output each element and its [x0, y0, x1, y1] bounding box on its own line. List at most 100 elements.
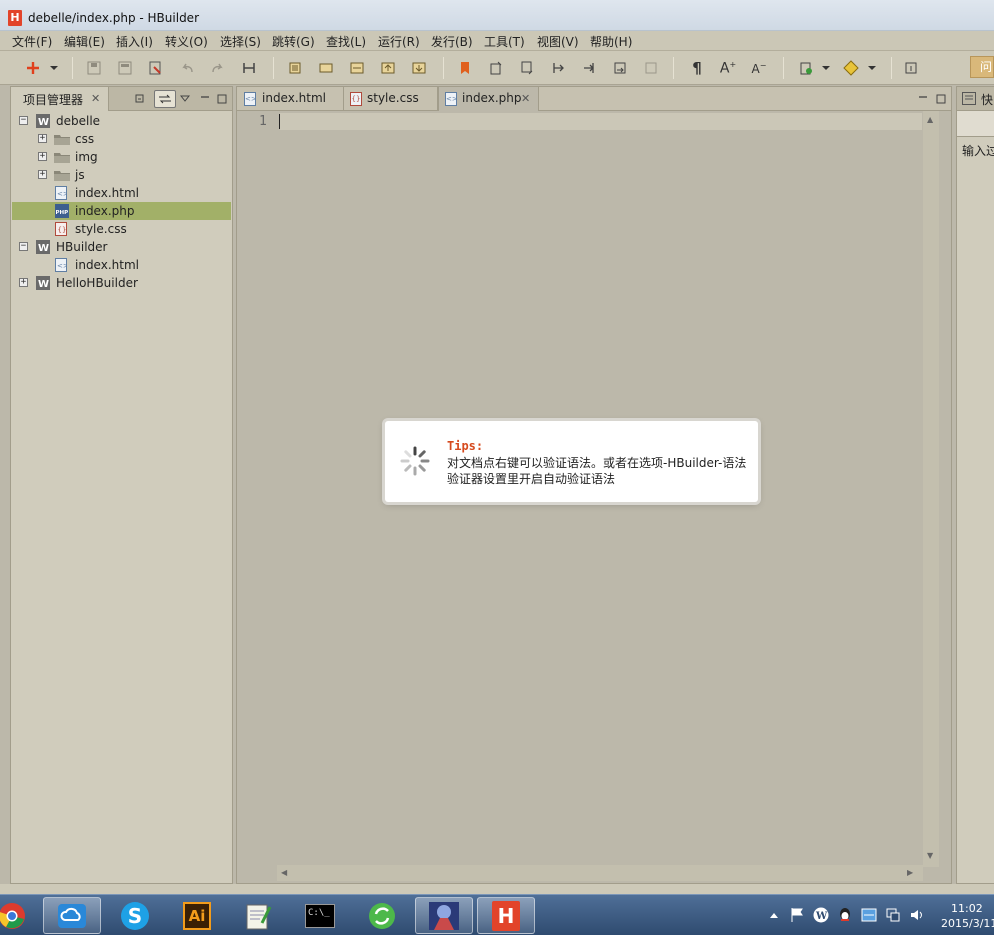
- tab-index-php[interactable]: <> index.php ✕: [438, 87, 539, 111]
- network-icon[interactable]: [885, 907, 901, 923]
- minimize-icon[interactable]: [917, 90, 929, 108]
- move-down-icon[interactable]: [410, 59, 428, 77]
- collapse-icon[interactable]: −: [19, 116, 28, 125]
- tree-item-hellohbuilder[interactable]: + W HelloHBuilder: [12, 274, 231, 292]
- menu-goto[interactable]: 跳转(G): [272, 33, 315, 50]
- taskbar-game[interactable]: [415, 897, 473, 934]
- goto-line-icon[interactable]: [611, 59, 629, 77]
- move-up-icon[interactable]: [379, 59, 397, 77]
- menu-view[interactable]: 视图(V): [537, 33, 579, 50]
- tab-project-manager[interactable]: 项目管理器 ✕: [11, 87, 109, 111]
- help-tab[interactable]: 问: [970, 56, 994, 78]
- format-icon[interactable]: [240, 59, 258, 77]
- tree-item-hbuilder[interactable]: − W HBuilder: [12, 238, 231, 256]
- close-icon[interactable]: ✕: [91, 93, 100, 105]
- network-share-icon[interactable]: [861, 907, 877, 923]
- quick-filter-input[interactable]: 输入过: [962, 142, 994, 159]
- collapse-icon[interactable]: −: [19, 242, 28, 251]
- tree-item-index-php[interactable]: PHP index.php: [12, 202, 231, 220]
- quick-panel-tab-label[interactable]: 快: [981, 91, 993, 108]
- tree-item-css[interactable]: + css: [12, 130, 231, 148]
- undo-icon[interactable]: [178, 59, 196, 77]
- menu-select[interactable]: 选择(S): [220, 33, 261, 50]
- save-all-icon[interactable]: [116, 59, 134, 77]
- clock-time[interactable]: 11:02: [951, 902, 983, 915]
- menu-insert[interactable]: 插入(I): [116, 33, 153, 50]
- horizontal-scrollbar[interactable]: ◀ ▶: [277, 865, 923, 881]
- list-icon[interactable]: [286, 59, 304, 77]
- menu-find[interactable]: 查找(L): [326, 33, 366, 50]
- scroll-right-icon[interactable]: ▶: [907, 868, 913, 877]
- menu-help[interactable]: 帮助(H): [590, 33, 632, 50]
- expand-icon[interactable]: +: [19, 278, 28, 287]
- scroll-down-icon[interactable]: ▼: [927, 851, 933, 860]
- action-center-flag-icon[interactable]: [789, 907, 805, 923]
- taskbar: S Ai C:\_ H W 11:02 2015/3/11: [0, 894, 994, 935]
- tree-item-img[interactable]: + img: [12, 148, 231, 166]
- maximize-icon[interactable]: [216, 90, 228, 108]
- vertical-scrollbar[interactable]: ▲ ▼: [923, 111, 939, 867]
- goto-back-icon[interactable]: [642, 59, 660, 77]
- menu-escape[interactable]: 转义(O): [165, 33, 208, 50]
- run-browser-icon[interactable]: [797, 59, 815, 77]
- menu-publish[interactable]: 发行(B): [431, 33, 473, 50]
- tree-item-index-html[interactable]: <> index.html: [12, 184, 231, 202]
- expand-icon[interactable]: +: [38, 170, 47, 179]
- menu-run[interactable]: 运行(R): [378, 33, 420, 50]
- goto-end-icon[interactable]: [580, 59, 598, 77]
- scroll-left-icon[interactable]: ◀: [281, 868, 287, 877]
- taskbar-cmd[interactable]: C:\_: [291, 897, 349, 934]
- quick-panel-field[interactable]: [957, 111, 994, 137]
- jump-up-icon[interactable]: [487, 59, 505, 77]
- pilcrow-icon[interactable]: ¶: [688, 59, 706, 77]
- redo-icon[interactable]: [209, 59, 227, 77]
- wordpress-icon[interactable]: W: [813, 907, 829, 923]
- new-file-icon[interactable]: [24, 59, 42, 77]
- maximize-icon[interactable]: [935, 90, 947, 108]
- scroll-up-icon[interactable]: ▲: [927, 115, 933, 124]
- taskbar-hbuilder[interactable]: H: [477, 897, 535, 934]
- run-dropdown-icon[interactable]: [820, 59, 832, 77]
- taskbar-skype[interactable]: S: [106, 897, 164, 934]
- close-icon[interactable]: ✕: [521, 93, 530, 105]
- goto-start-icon[interactable]: [549, 59, 567, 77]
- view-menu-icon[interactable]: [179, 90, 191, 108]
- taskbar-illustrator[interactable]: Ai: [168, 897, 226, 934]
- qq-icon[interactable]: [837, 907, 853, 923]
- revert-icon[interactable]: [147, 59, 165, 77]
- menu-file[interactable]: 文件(F): [12, 33, 52, 50]
- menu-edit[interactable]: 编辑(E): [64, 33, 105, 50]
- browser-ie-icon[interactable]: [842, 59, 860, 77]
- menu-tools[interactable]: 工具(T): [484, 33, 525, 50]
- jump-down-icon[interactable]: [518, 59, 536, 77]
- expand-icon[interactable]: +: [38, 152, 47, 161]
- info-icon[interactable]: [902, 59, 920, 77]
- minimize-icon[interactable]: [199, 90, 211, 108]
- browser-dropdown-icon[interactable]: [866, 59, 878, 77]
- current-line-highlight[interactable]: [280, 113, 922, 130]
- bookmark-icon[interactable]: [456, 59, 474, 77]
- tree-item-debelle[interactable]: − W debelle: [12, 112, 231, 130]
- font-decrease-icon[interactable]: A−: [750, 59, 768, 77]
- insert-block-icon[interactable]: [348, 59, 366, 77]
- tree-item-js[interactable]: + js: [12, 166, 231, 184]
- volume-icon[interactable]: [909, 907, 925, 923]
- taskbar-cloud[interactable]: [43, 897, 101, 934]
- save-icon[interactable]: [85, 59, 103, 77]
- new-dropdown-icon[interactable]: [48, 59, 60, 77]
- expand-icon[interactable]: +: [38, 134, 47, 143]
- tab-style-css[interactable]: {} style.css: [344, 87, 438, 111]
- insert-tag-icon[interactable]: [317, 59, 335, 77]
- link-editor-icon[interactable]: [154, 90, 176, 108]
- clock-date[interactable]: 2015/3/11: [941, 917, 994, 930]
- collapse-all-icon[interactable]: [133, 90, 147, 108]
- taskbar-notepad[interactable]: [229, 897, 287, 934]
- font-increase-icon[interactable]: A+: [719, 59, 737, 77]
- taskbar-chrome[interactable]: [0, 897, 36, 934]
- tab-index-html[interactable]: <> index.html: [237, 87, 344, 111]
- taskbar-refresh[interactable]: [353, 897, 411, 934]
- menu-bar: 文件(F) 编辑(E) 插入(I) 转义(O) 选择(S) 跳转(G) 查找(L…: [0, 31, 994, 51]
- tree-item-index-html[interactable]: <> index.html: [12, 256, 231, 274]
- tray-expand-icon[interactable]: [766, 907, 782, 923]
- tree-item-style-css[interactable]: {} style.css: [12, 220, 231, 238]
